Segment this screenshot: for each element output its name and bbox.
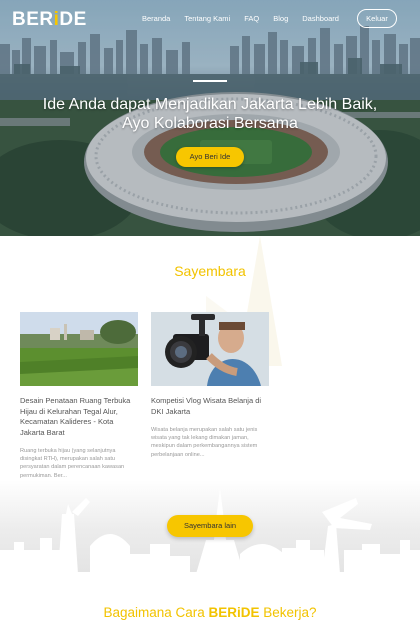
hero-title-line-1: Ide Anda dapat Menjadikan Jakarta Lebih … — [42, 96, 378, 113]
card-thumbnail-vlog — [151, 312, 269, 386]
hero-section: BERiDE Beranda Tentang Kami FAQ Blog Das… — [0, 0, 420, 236]
hero-title-line-2: Ayo Kolaborasi Bersama — [122, 115, 298, 132]
green-field-image — [20, 312, 138, 386]
nav-link-dashboard[interactable]: Dashboard — [302, 14, 339, 23]
nav-link-blog[interactable]: Blog — [273, 14, 288, 23]
more-contests-button[interactable]: Sayembara lain — [167, 515, 253, 537]
hero-divider — [193, 80, 227, 82]
contest-card[interactable]: Desain Penataan Ruang Terbuka Hijau di K… — [20, 312, 138, 480]
card-thumbnail-field — [20, 312, 138, 386]
card-description: Wisata belanja merupakan salah satu jeni… — [151, 427, 258, 458]
how-title-prefix: Bagaimana Cara — [103, 605, 209, 620]
logout-button[interactable]: Keluar — [357, 9, 397, 28]
give-idea-button[interactable]: Ayo Beri Ide — [176, 147, 244, 167]
brand-logo[interactable]: BERiDE — [12, 9, 87, 31]
how-title-brand: BERiDE — [208, 605, 260, 620]
nav-link-faq[interactable]: FAQ — [244, 14, 259, 23]
contest-card[interactable]: Kompetisi Vlog Wisata Belanja di DKI Jak… — [151, 312, 269, 459]
how-it-works-title: Bagaimana Cara BERiDE Bekerja? — [0, 605, 420, 620]
hero-title: Ide Anda dapat Menjadikan Jakarta Lebih … — [20, 95, 400, 133]
card-description: Ruang terbuka hijau (yang selanjutnya di… — [20, 448, 125, 479]
how-title-suffix: Bekerja? — [259, 605, 317, 620]
top-navbar: BERiDE Beranda Tentang Kami FAQ Blog Das… — [0, 0, 420, 38]
camera-person-image — [151, 312, 269, 386]
nav-link-tentang-kami[interactable]: Tentang Kami — [184, 14, 230, 23]
card-title[interactable]: Desain Penataan Ruang Terbuka Hijau di K… — [20, 396, 138, 438]
nav-links: Beranda Tentang Kami FAQ Blog Dashboard — [142, 14, 353, 23]
card-title[interactable]: Kompetisi Vlog Wisata Belanja di DKI Jak… — [151, 396, 269, 417]
nav-link-beranda[interactable]: Beranda — [142, 14, 170, 23]
sayembara-title: Sayembara — [174, 263, 246, 279]
